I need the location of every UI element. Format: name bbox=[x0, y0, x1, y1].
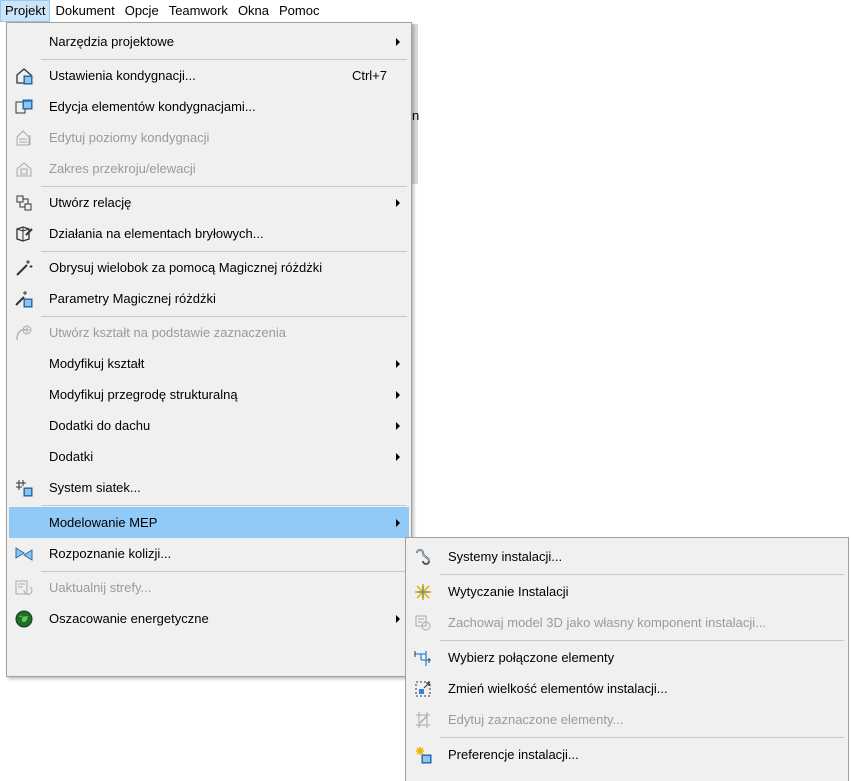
submenu-arrow-icon bbox=[396, 422, 400, 430]
menu-item-label: Ustawienia kondygnacji... bbox=[49, 68, 196, 83]
select-connected-icon bbox=[414, 649, 432, 667]
submenu-arrow-icon bbox=[396, 519, 400, 527]
menu-projekt[interactable]: Projekt bbox=[0, 0, 51, 22]
menu-item-modelowanie-mep[interactable]: Modelowanie MEP bbox=[9, 507, 409, 538]
update-zones-icon bbox=[15, 579, 33, 597]
menu-item-label: Edytuj poziomy kondygnacji bbox=[49, 130, 210, 145]
resize-elements-icon bbox=[414, 680, 432, 698]
menu-item-oszacowanie-energetyczne[interactable]: Oszacowanie energetyczne bbox=[9, 603, 409, 634]
projekt-dropdown-menu: Narzędzia projektowe Ustawienia kondygna… bbox=[6, 22, 412, 677]
menu-separator bbox=[41, 505, 407, 506]
edit-by-story-icon bbox=[15, 98, 33, 116]
edit-selected-icon bbox=[414, 711, 432, 729]
menu-opcje[interactable]: Opcje bbox=[120, 0, 164, 22]
relation-icon bbox=[15, 194, 33, 212]
menu-bar: Projekt Dokument Opcje Teamwork Okna Pom… bbox=[0, 0, 412, 22]
grid-system-icon bbox=[15, 479, 33, 497]
submenu-item-zachowaj-model-3d[interactable]: Zachowaj model 3D jako własny komponent … bbox=[408, 607, 846, 638]
section-range-icon bbox=[15, 160, 33, 178]
menu-pomoc[interactable]: Pomoc bbox=[274, 0, 324, 22]
menu-item-label: Zakres przekroju/elewacji bbox=[49, 161, 196, 176]
menu-item-zakres-przekroju[interactable]: Zakres przekroju/elewacji bbox=[9, 153, 409, 184]
menu-item-label: Edycja elementów kondygnacjami... bbox=[49, 99, 256, 114]
menu-item-label: Systemy instalacji... bbox=[448, 549, 563, 564]
submenu-item-wybierz-polaczone[interactable]: Wybierz połączone elementy bbox=[408, 642, 846, 673]
menu-item-obrysuj-wielobok[interactable]: Obrysuj wielobok za pomocą Magicznej róż… bbox=[9, 252, 409, 283]
menu-item-label: Edytuj zaznaczone elementy... bbox=[448, 712, 624, 727]
menu-item-parametry-magicznej-rozdzki[interactable]: Parametry Magicznej różdżki bbox=[9, 283, 409, 314]
routing-icon bbox=[414, 583, 432, 601]
menu-item-label: Dodatki bbox=[49, 449, 94, 464]
menu-item-rozpoznanie-kolizji[interactable]: Rozpoznanie kolizji... bbox=[9, 538, 409, 569]
menu-item-label: Modelowanie MEP bbox=[49, 515, 158, 530]
menu-item-utworz-relacje[interactable]: Utwórz relację bbox=[9, 187, 409, 218]
menu-item-label: Narzędzia projektowe bbox=[49, 34, 175, 49]
menu-item-uaktualnij-strefy[interactable]: Uaktualnij strefy... bbox=[9, 572, 409, 603]
menu-item-modyfikuj-ksztalt[interactable]: Modyfikuj kształt bbox=[9, 348, 409, 379]
mep-systems-icon bbox=[414, 548, 432, 566]
menu-item-label: Obrysuj wielobok za pomocą Magicznej róż… bbox=[49, 260, 323, 275]
submenu-arrow-icon bbox=[396, 391, 400, 399]
menu-item-narzedzia-projektowe[interactable]: Narzędzia projektowe bbox=[9, 26, 409, 57]
menu-item-dodatki[interactable]: Dodatki bbox=[9, 441, 409, 472]
menu-item-label: Preferencje instalacji... bbox=[448, 747, 579, 762]
magic-wand-icon bbox=[15, 259, 33, 277]
submenu-item-systemy-instalacji[interactable]: Systemy instalacji... bbox=[408, 541, 846, 572]
menu-item-label: Oszacowanie energetyczne bbox=[49, 611, 209, 626]
menu-item-label: Utwórz kształt na podstawie zaznaczenia bbox=[49, 325, 287, 340]
save-3d-icon bbox=[414, 614, 432, 632]
menu-item-label: Działania na elementach bryłowych... bbox=[49, 226, 264, 241]
menu-item-shortcut: Ctrl+7 bbox=[351, 68, 387, 83]
submenu-arrow-icon bbox=[396, 360, 400, 368]
menu-item-modyfikuj-przegrode[interactable]: Modyfikuj przegrodę strukturalną bbox=[9, 379, 409, 410]
menu-item-dodatki-do-dachu[interactable]: Dodatki do dachu bbox=[9, 410, 409, 441]
menu-item-label: Modyfikuj kształt bbox=[49, 356, 145, 371]
create-shape-icon bbox=[15, 324, 33, 342]
menu-separator bbox=[440, 737, 844, 738]
menu-item-ustawienia-kondygnacji[interactable]: Ustawienia kondygnacji... Ctrl+7 bbox=[9, 60, 409, 91]
menu-item-label: Zachowaj model 3D jako własny komponent … bbox=[448, 615, 766, 630]
menu-dokument[interactable]: Dokument bbox=[50, 0, 119, 22]
menu-item-label: Wybierz połączone elementy bbox=[448, 650, 615, 665]
mep-preferences-icon bbox=[414, 746, 432, 764]
menu-separator bbox=[440, 640, 844, 641]
menu-item-label: Zmień wielkość elementów instalacji... bbox=[448, 681, 668, 696]
magic-wand-settings-icon bbox=[15, 290, 33, 308]
menu-item-label: Uaktualnij strefy... bbox=[49, 580, 152, 595]
menu-item-label: Rozpoznanie kolizji... bbox=[49, 546, 172, 561]
story-levels-icon bbox=[15, 129, 33, 147]
menu-teamwork[interactable]: Teamwork bbox=[164, 0, 233, 22]
menu-item-label: Dodatki do dachu bbox=[49, 418, 151, 433]
app-background-text: n bbox=[412, 108, 420, 123]
menu-item-system-siatek[interactable]: System siatek... bbox=[9, 472, 409, 503]
mep-submenu: Systemy instalacji... Wytyczanie Instala… bbox=[405, 537, 849, 781]
menu-okna[interactable]: Okna bbox=[233, 0, 274, 22]
submenu-item-zmien-wielkosc[interactable]: Zmień wielkość elementów instalacji... bbox=[408, 673, 846, 704]
solid-operations-icon bbox=[15, 225, 33, 243]
menu-item-label: System siatek... bbox=[49, 480, 141, 495]
menu-separator bbox=[440, 574, 844, 575]
menu-item-label: Parametry Magicznej różdżki bbox=[49, 291, 216, 306]
submenu-item-preferencje-instalacji[interactable]: Preferencje instalacji... bbox=[408, 739, 846, 770]
submenu-arrow-icon bbox=[396, 615, 400, 623]
app-background-strip bbox=[412, 24, 418, 184]
submenu-arrow-icon bbox=[396, 453, 400, 461]
menu-item-edytuj-poziomy-kondygnacji[interactable]: Edytuj poziomy kondygnacji bbox=[9, 122, 409, 153]
menu-item-label: Wytyczanie Instalacji bbox=[448, 584, 569, 599]
menu-item-utworz-ksztalt[interactable]: Utwórz kształt na podstawie zaznaczenia bbox=[9, 317, 409, 348]
story-settings-icon bbox=[15, 67, 33, 85]
submenu-arrow-icon bbox=[396, 38, 400, 46]
submenu-arrow-icon bbox=[396, 199, 400, 207]
menu-item-label: Utwórz relację bbox=[49, 195, 132, 210]
menu-item-dzialania-na-elementach[interactable]: Działania na elementach bryłowych... bbox=[9, 218, 409, 249]
menu-item-edycja-elementow-kondygnacjami[interactable]: Edycja elementów kondygnacjami... bbox=[9, 91, 409, 122]
submenu-item-wytyczanie-instalacji[interactable]: Wytyczanie Instalacji bbox=[408, 576, 846, 607]
collision-detection-icon bbox=[15, 545, 33, 563]
energy-globe-icon bbox=[15, 610, 33, 628]
submenu-item-edytuj-zaznaczone[interactable]: Edytuj zaznaczone elementy... bbox=[408, 704, 846, 735]
menu-item-label: Modyfikuj przegrodę strukturalną bbox=[49, 387, 238, 402]
